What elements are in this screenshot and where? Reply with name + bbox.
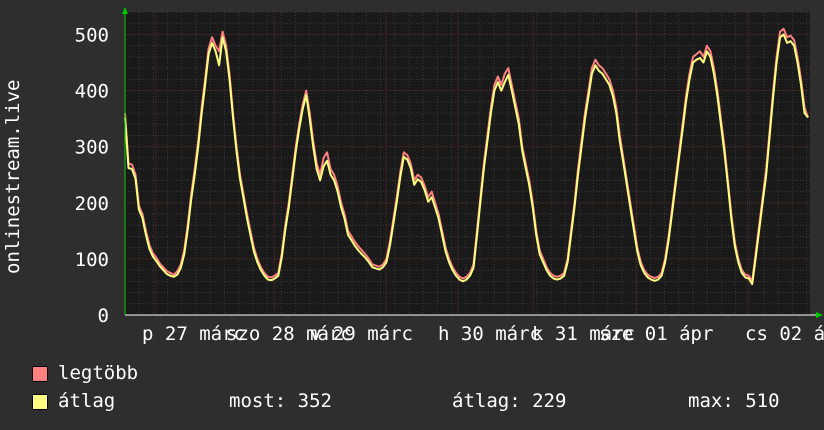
x-tick-label: sze 01 ápr <box>599 323 713 345</box>
y-tick-label: 0 <box>98 305 109 327</box>
legend-swatch-avg <box>32 394 48 410</box>
x-axis-arrow <box>816 312 823 318</box>
stat-max: max: 510 <box>688 390 780 412</box>
y-tick-label: 100 <box>75 249 109 271</box>
x-tick-label: v 29 márc <box>310 323 413 345</box>
legend-label-max: legtöbb <box>58 362 139 384</box>
x-tick-label: h 30 márc <box>438 323 541 345</box>
y-tick-label: 200 <box>75 193 109 215</box>
x-tick-label: cs 02 ápr <box>745 323 824 345</box>
legend-swatch-max <box>32 366 48 382</box>
y-tick-label: 300 <box>75 137 109 159</box>
stat-average: átlag: 229 <box>452 390 567 412</box>
y-tick-label: 400 <box>75 81 109 103</box>
y-axis-label: onlinestream.live <box>2 79 24 274</box>
chart: 0100200300400500p 27 márcszo 28 márcv 29… <box>75 7 824 345</box>
y-tick-label: 500 <box>75 24 109 46</box>
legend-label-avg: átlag <box>58 390 116 412</box>
stat-current: most: 352 <box>229 390 332 412</box>
y-axis-arrow <box>122 7 128 14</box>
